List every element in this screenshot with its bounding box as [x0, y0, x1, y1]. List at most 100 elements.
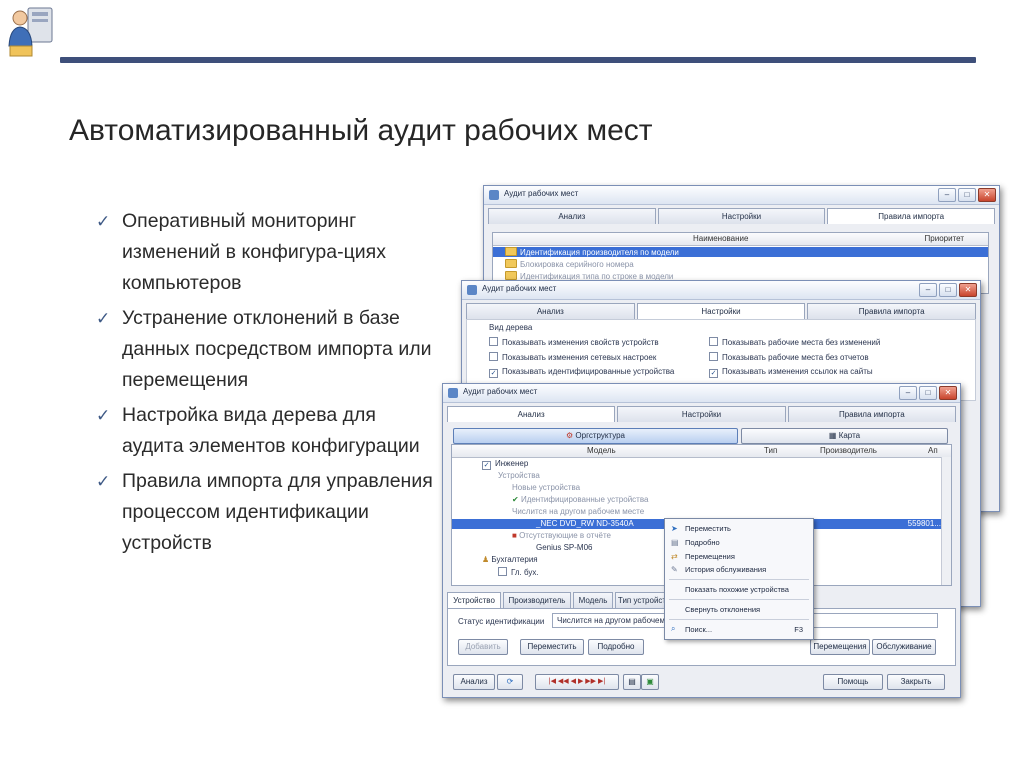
tab-device-type[interactable]: Тип устройст [615, 592, 669, 608]
option-left-3[interactable]: ✓ Показывать идентифицированные устройств… [489, 367, 674, 378]
tab-settings[interactable]: Настройки [636, 303, 806, 319]
tab-device[interactable]: Устройство [447, 592, 501, 608]
moves-icon: ⇄ [671, 552, 678, 561]
minimize-button[interactable]: – [899, 386, 917, 400]
export-button[interactable]: ▣ [641, 674, 659, 690]
details-icon: ▤ [671, 538, 679, 547]
checkbox-checked[interactable]: ✓ [709, 369, 718, 378]
details-button[interactable]: Подробно [588, 639, 644, 655]
slide-title: Автоматизированный аудит рабочих мест [69, 114, 653, 147]
menu-item-collapse-deviations[interactable]: Свернуть отклонения [685, 605, 760, 614]
tree-node[interactable]: ■ Отсутствующие в отчёте [512, 531, 611, 540]
refresh-button[interactable]: ⟳ [497, 674, 523, 690]
folder-icon [505, 247, 517, 256]
moves-history-button[interactable]: Перемещения [810, 639, 870, 655]
checkbox-checked[interactable]: ✓ [489, 369, 498, 378]
close-window-button[interactable]: Закрыть [887, 674, 945, 690]
group-icon: ♟ [482, 555, 490, 564]
app-icon [467, 285, 477, 295]
app-icon [489, 190, 499, 200]
checkbox[interactable] [489, 337, 498, 346]
checkmark-icon: ✓ [96, 406, 111, 425]
org-structure-button[interactable]: ⚙ Оргструктура [453, 428, 738, 444]
checkbox[interactable] [709, 352, 718, 361]
tree-node[interactable]: Genius SP-M06 [536, 543, 592, 552]
window-footer: Анализ ⟳ |◀ ◀◀ ◀ ▶ ▶▶ ▶| ▤ ▣ Помощь Закр… [443, 666, 960, 692]
option-left-1[interactable]: Показывать изменения свойств устройств [489, 337, 659, 347]
menu-item-details[interactable]: Подробно [685, 538, 720, 547]
title-rule [60, 57, 976, 63]
menu-separator [669, 619, 809, 620]
tree-node[interactable]: Новые устройства [512, 483, 580, 492]
add-button[interactable]: Добавить [458, 639, 508, 655]
option-right-3[interactable]: ✓ Показывать изменения ссылок на сайты [709, 367, 873, 378]
option-left-2[interactable]: Показывать изменения сетевых настроек [489, 352, 656, 362]
window-titlebar: Аудит рабочих мест – □ ✕ [443, 384, 960, 403]
checkbox[interactable] [498, 567, 507, 576]
vertical-scrollbar[interactable] [941, 457, 951, 585]
tab-settings[interactable]: Настройки [617, 406, 786, 422]
window-titlebar: Аудит рабочих мест – □ ✕ [484, 186, 999, 205]
tab-settings[interactable]: Настройки [657, 208, 826, 224]
tree-node[interactable]: Числится на другом рабочем месте [512, 507, 644, 516]
bullet-item: ✓ Настройка вида дерева для аудита элемен… [96, 400, 436, 462]
tab-import-rules[interactable]: Правила импорта [787, 406, 956, 422]
tab-manufacturer[interactable]: Производитель [503, 592, 571, 608]
analyze-button[interactable]: Анализ [453, 674, 495, 690]
context-menu: ➤ Переместить ▤ Подробно ⇄ Перемещения ✎… [664, 518, 814, 640]
close-button[interactable]: ✕ [939, 386, 957, 400]
list-item[interactable]: Блокировка серийного номера [505, 259, 634, 269]
check-icon: ✔ [512, 495, 519, 504]
help-button[interactable]: Помощь [823, 674, 883, 690]
tree-node[interactable]: ✓ Инженер [482, 459, 528, 470]
print-button[interactable]: ▤ [623, 674, 641, 690]
move-icon: ➤ [671, 524, 678, 533]
group-label: Вид дерева [489, 323, 533, 332]
menu-item-search[interactable]: Поиск... [685, 625, 712, 634]
maximize-button[interactable]: □ [919, 386, 937, 400]
maximize-button[interactable]: □ [958, 188, 976, 202]
search-icon: ⌕ [671, 624, 676, 633]
tab-analysis[interactable]: Анализ [447, 406, 616, 422]
tree-node[interactable]: ♟ Бухгалтерия [482, 555, 538, 564]
tab-analysis[interactable]: Анализ [488, 208, 656, 224]
folder-icon [505, 271, 517, 280]
menu-item-move[interactable]: Переместить [685, 524, 731, 533]
menu-item-maintenance-history[interactable]: История обслуживания [685, 565, 766, 574]
view-switcher: ⚙ Оргструктура ▦ Карта [451, 426, 952, 444]
minimize-button[interactable]: – [919, 283, 937, 297]
checkmark-icon: ✓ [96, 212, 111, 231]
option-right-1[interactable]: Показывать рабочие места без изменений [709, 337, 880, 347]
close-button[interactable]: ✕ [959, 283, 977, 297]
missing-icon: ■ [512, 531, 517, 540]
move-button[interactable]: Переместить [520, 639, 584, 655]
checkbox[interactable] [709, 337, 718, 346]
tree-node[interactable]: Гл. бух. [498, 567, 539, 577]
tab-analysis[interactable]: Анализ [466, 303, 635, 319]
checkbox-checked[interactable]: ✓ [482, 461, 491, 470]
map-button[interactable]: ▦ Карта [741, 428, 948, 444]
tree-node[interactable]: Устройства [498, 471, 540, 480]
tab-import-rules[interactable]: Правила импорта [827, 208, 996, 224]
maximize-button[interactable]: □ [939, 283, 957, 297]
tab-import-rules[interactable]: Правила импорта [807, 303, 977, 319]
bullet-item: ✓ Оперативный мониторинг изменений в конф… [96, 206, 436, 299]
option-right-2[interactable]: Показывать рабочие места без отчетов [709, 352, 869, 362]
status-label: Статус идентификации [458, 617, 545, 626]
record-navigator[interactable]: |◀ ◀◀ ◀ ▶ ▶▶ ▶| [535, 674, 619, 690]
menu-item-moves[interactable]: Перемещения [685, 552, 735, 561]
maintenance-button[interactable]: Обслуживание [872, 639, 936, 655]
map-icon: ▦ [828, 431, 837, 440]
tab-model[interactable]: Модель [573, 592, 613, 608]
list-header: Наименование Приоритет [493, 233, 988, 246]
minimize-button[interactable]: – [938, 188, 956, 202]
menu-item-show-similar[interactable]: Показать похожие устройства [685, 585, 789, 594]
tree-node[interactable]: ✔ Идентифицированные устройства [512, 495, 648, 504]
computer-user-logo-icon [8, 7, 53, 57]
maintenance-icon: ✎ [671, 565, 678, 574]
list-item[interactable]: Идентификация производителя по модели [493, 247, 988, 257]
menu-separator [669, 599, 809, 600]
bullet-list: ✓ Оперативный мониторинг изменений в конф… [96, 206, 436, 563]
close-button[interactable]: ✕ [978, 188, 996, 202]
checkbox[interactable] [489, 352, 498, 361]
